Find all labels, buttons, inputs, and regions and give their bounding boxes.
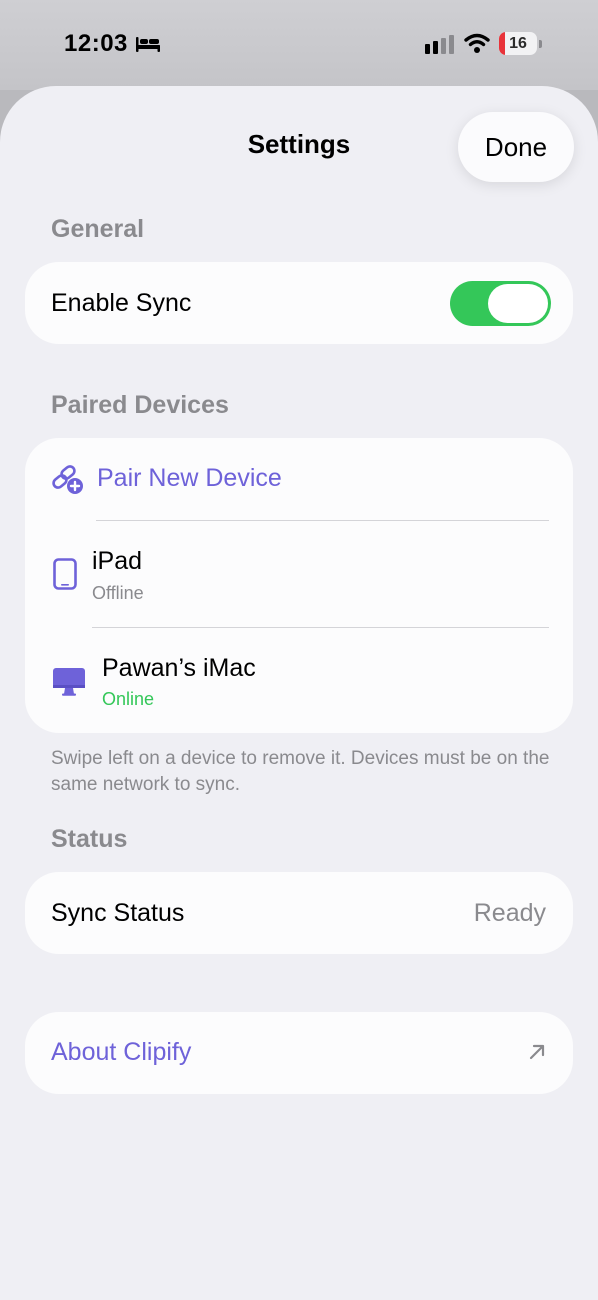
imac-icon [53, 668, 85, 696]
battery-level: 16 [509, 34, 527, 52]
link-plus-icon [52, 465, 83, 494]
done-button[interactable]: Done [458, 112, 574, 182]
wifi-icon [464, 33, 490, 53]
battery-nub [539, 40, 542, 48]
ipad-icon [53, 558, 77, 590]
section-header-status: Status [51, 825, 128, 853]
sync-status-value: Ready [473, 899, 546, 927]
sync-status-label: Sync Status [51, 899, 185, 927]
device-name-ipad: iPad [92, 547, 143, 575]
device-status-imac: Online [102, 689, 155, 709]
cellular-signal-icon [425, 35, 454, 54]
enable-sync-label: Enable Sync [51, 289, 192, 317]
section-header-paired-devices: Paired Devices [51, 391, 229, 419]
status-time: 12:03 [64, 30, 128, 57]
about-label: About Clipify [51, 1038, 192, 1066]
paired-devices-footnote: Swipe left on a device to remove it. Dev… [51, 748, 550, 795]
section-header-general: General [51, 215, 145, 243]
arrow-up-right-icon [529, 1044, 545, 1060]
bed-icon [136, 37, 160, 52]
battery-icon: 16 [499, 32, 537, 55]
enable-sync-toggle[interactable] [450, 281, 551, 326]
toggle-knob [488, 284, 548, 323]
status-bar: 12:03 16 [0, 0, 598, 90]
pair-new-device-label: Pair New Device [97, 464, 282, 492]
device-name-imac: Pawan’s iMac [102, 654, 256, 682]
device-status-ipad: Offline [92, 583, 144, 603]
